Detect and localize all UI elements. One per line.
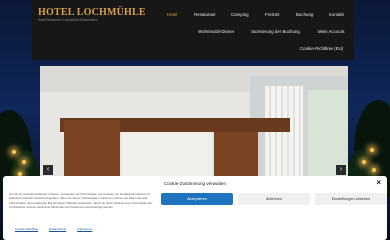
photo-wardrobe-right	[214, 132, 258, 176]
photo-window	[308, 90, 348, 176]
imprint-link[interactable]: Impressum	[77, 227, 92, 231]
nav-item-hotel[interactable]: Hotel	[167, 12, 177, 17]
chevron-left-icon[interactable]: ‹	[43, 165, 53, 175]
accept-button[interactable]: Akzeptieren	[161, 193, 233, 205]
deny-button[interactable]: Ablehnen	[238, 193, 310, 205]
nav-item-wohnmobil-dinner[interactable]: Wohnmobil-Dinner	[198, 29, 234, 34]
lantern-light	[362, 160, 366, 164]
nav-item-camping[interactable]: Camping	[231, 12, 249, 17]
lantern-light	[12, 150, 16, 154]
cookie-text: Um dir ein optimales Erlebnis zu bieten,…	[9, 192, 153, 209]
cookie-policy-link[interactable]: Cookie-Richtlinie	[15, 227, 38, 231]
lantern-light	[372, 168, 376, 172]
nav-item-mein-account[interactable]: Mein Account	[318, 29, 344, 34]
lantern-light	[370, 148, 374, 152]
site-header: HOTEL LOCHMÜHLE Hotel Restaurant Lochmüh…	[32, 0, 354, 60]
cookie-consent-banner: Cookie-Zustimmung verwalten × Um dir ein…	[3, 176, 387, 240]
photo-wardrobe-left	[64, 120, 120, 176]
site-logo[interactable]: HOTEL LOCHMÜHLE	[38, 7, 146, 18]
nav-item-freizeit[interactable]: Freizeit	[265, 12, 279, 17]
nav-item-restaurant[interactable]: Restaurant	[194, 12, 215, 17]
close-icon[interactable]: ×	[376, 179, 381, 187]
photo-wardrobe-middle	[122, 132, 212, 176]
settings-button[interactable]: Einstellungen ansehen	[315, 193, 387, 205]
chevron-right-icon[interactable]: ›	[336, 165, 346, 175]
nav-item-cookie-richtlinie[interactable]: Cookie-Richtlinie (EU)	[300, 46, 343, 51]
nav-item-kontakt[interactable]: Kontakt	[329, 12, 344, 17]
nav-item-stornierung[interactable]: Stornierung der Buchung	[251, 29, 300, 34]
nav-item-buchung[interactable]: Buchung	[296, 12, 313, 17]
privacy-link[interactable]: Datenschutz	[49, 227, 66, 231]
cookie-title: Cookie-Zustimmung verwalten	[163, 181, 227, 186]
lantern-light	[22, 160, 26, 164]
site-tagline: Hotel Restaurant Lochmühle Weikersheim	[38, 18, 98, 22]
hotel-room-photo	[40, 66, 348, 176]
